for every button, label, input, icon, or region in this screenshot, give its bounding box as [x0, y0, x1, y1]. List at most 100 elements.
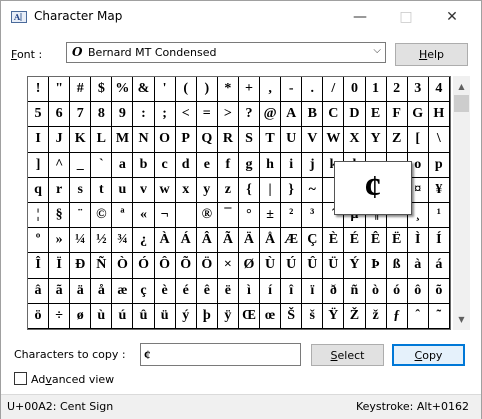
character-cell[interactable]: # [70, 77, 92, 103]
character-cell[interactable]: ï [302, 278, 324, 304]
character-cell[interactable]: O [154, 127, 176, 153]
character-cell[interactable]: Ú [281, 253, 303, 279]
font-dropdown[interactable]: O Bernard MT Condensed ⌵ [66, 42, 386, 63]
character-cell[interactable]: ] [28, 152, 50, 178]
grid-vertical-scrollbar[interactable]: ▲ ▼ [453, 76, 470, 330]
character-cell[interactable]: Ü [323, 253, 345, 279]
character-cell[interactable]: L [91, 127, 113, 153]
character-cell[interactable]: w [154, 177, 176, 203]
character-cell[interactable]: Q [196, 127, 218, 153]
character-cell[interactable]: ã [49, 278, 71, 304]
character-cell[interactable]: ç [133, 278, 155, 304]
character-cell[interactable]: ì [238, 278, 261, 304]
scroll-down-arrow-icon[interactable]: ▼ [453, 311, 470, 328]
character-cell[interactable]: a [112, 152, 134, 178]
character-cell[interactable]: 6 [49, 102, 71, 128]
character-cell[interactable]: ` [91, 152, 113, 178]
character-cell[interactable]: ò [365, 278, 387, 304]
character-cell[interactable]: ¥ [428, 177, 450, 203]
character-cell[interactable]: } [281, 177, 303, 203]
character-cell[interactable]: y [196, 177, 218, 203]
character-cell[interactable]: E [365, 102, 387, 128]
character-cell[interactable]: ¾ [112, 228, 134, 254]
character-cell[interactable]: þ [196, 303, 218, 329]
character-cell[interactable]: È [323, 228, 345, 254]
character-cell[interactable]: W [323, 127, 345, 153]
character-cell[interactable]: ? [238, 102, 261, 128]
character-cell[interactable]: = [196, 102, 218, 128]
character-cell[interactable]: ' [154, 77, 176, 103]
character-cell[interactable]: C [323, 102, 345, 128]
character-cell[interactable]: è [154, 278, 176, 304]
character-cell[interactable]: Œ [238, 303, 261, 329]
character-cell[interactable]: î [281, 278, 303, 304]
character-cell[interactable]: _ [70, 152, 92, 178]
character-cell[interactable]: 0 [344, 77, 366, 103]
character-cell[interactable]: Ý [344, 253, 366, 279]
character-cell[interactable]: ) [196, 77, 218, 103]
maximize-button[interactable]: □ [383, 1, 429, 32]
character-cell[interactable]: ( [175, 77, 197, 103]
character-cell[interactable]: j [302, 152, 324, 178]
character-cell[interactable]: í [260, 278, 282, 304]
character-cell[interactable]: 2 [386, 77, 408, 103]
character-cell[interactable]: Ï [49, 253, 71, 279]
character-cell[interactable]: s [70, 177, 92, 203]
character-cell[interactable]: Ì [407, 228, 429, 254]
character-cell[interactable]: v [133, 177, 155, 203]
character-cell[interactable]: Õ [175, 253, 197, 279]
character-cell[interactable]: ð [323, 278, 345, 304]
character-cell[interactable]: œ [260, 303, 282, 329]
character-cell[interactable]: ± [260, 202, 282, 229]
character-cell[interactable]: * [217, 77, 239, 103]
character-cell[interactable]: ­ [175, 202, 197, 229]
character-cell[interactable]: | [260, 177, 282, 203]
character-cell[interactable]: Ê [365, 228, 387, 254]
character-cell[interactable]: u [112, 177, 134, 203]
character-cell[interactable]: 4 [428, 77, 450, 103]
character-cell[interactable]: Ö [196, 253, 218, 279]
character-cell[interactable]: ù [91, 303, 113, 329]
character-cell[interactable]: c [154, 152, 176, 178]
character-cell[interactable]: ; [154, 102, 176, 128]
character-cell[interactable]: J [49, 127, 71, 153]
character-cell[interactable]: z [217, 177, 239, 203]
character-cell[interactable]: { [238, 177, 261, 203]
character-cell[interactable]: , [260, 77, 282, 103]
character-cell[interactable]: ü [154, 303, 176, 329]
character-cell[interactable]: Y [365, 127, 387, 153]
character-cell[interactable]: Z [386, 127, 408, 153]
character-cell[interactable]: ˆ [407, 303, 429, 329]
character-cell[interactable]: ª [112, 202, 134, 229]
character-cell[interactable]: A [281, 102, 303, 128]
character-cell[interactable]: Ù [260, 253, 282, 279]
character-cell[interactable]: ¼ [70, 228, 92, 254]
character-cell[interactable]: r [49, 177, 71, 203]
character-cell[interactable]: Å [260, 228, 282, 254]
character-cell[interactable]: " [49, 77, 71, 103]
character-cell[interactable]: ñ [344, 278, 366, 304]
character-cell[interactable]: \ [428, 127, 450, 153]
character-cell[interactable]: P [175, 127, 197, 153]
character-cell[interactable]: ^ [49, 152, 71, 178]
character-cell[interactable]: q [28, 177, 50, 203]
character-cell[interactable]: % [112, 77, 134, 103]
minimize-button[interactable]: — [337, 1, 383, 32]
character-cell[interactable]: ž [365, 303, 387, 329]
character-cell[interactable]: Ä [238, 228, 261, 254]
character-cell[interactable]: Ô [154, 253, 176, 279]
character-cell[interactable]: + [238, 77, 261, 103]
character-cell[interactable]: é [175, 278, 197, 304]
character-cell[interactable]: ƒ [386, 303, 408, 329]
character-cell[interactable]: ® [196, 202, 218, 229]
character-cell[interactable]: & [133, 77, 155, 103]
character-cell[interactable]: V [302, 127, 324, 153]
character-cell[interactable]: d [175, 152, 197, 178]
character-cell[interactable]: ° [238, 202, 261, 229]
character-cell[interactable]: × [217, 253, 239, 279]
character-cell[interactable]: i [281, 152, 303, 178]
character-cell[interactable]: ³ [302, 202, 324, 229]
select-button[interactable]: Select [311, 344, 384, 366]
character-cell[interactable]: « [133, 202, 155, 229]
character-cell[interactable]: ö [28, 303, 50, 329]
